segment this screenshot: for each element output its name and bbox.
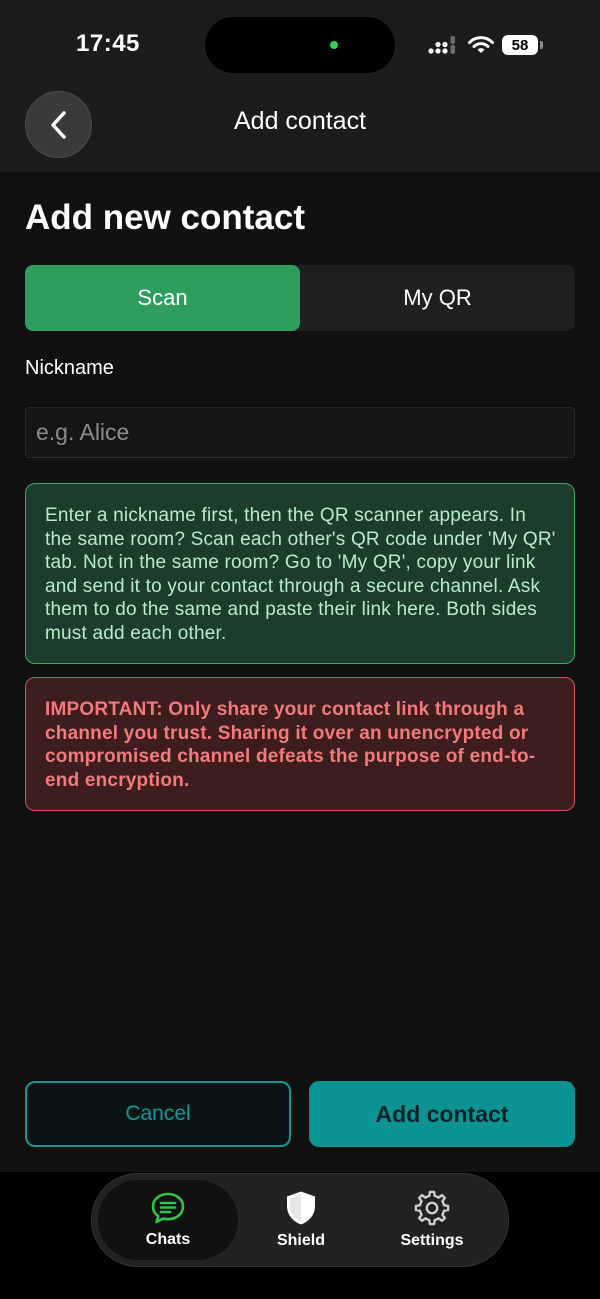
info-text: Enter a nickname first, then the QR scan… [45, 505, 556, 644]
tab-shield-label: Shield [276, 1232, 325, 1249]
page-title: Add new contact [25, 198, 306, 237]
tab-settings[interactable]: Settings [362, 1180, 502, 1260]
wifi-icon [468, 36, 494, 53]
nav-title: Add contact [233, 107, 367, 135]
cellular-signal-icon [428, 36, 455, 54]
battery-indicator: 58 [502, 35, 543, 55]
nickname-label: Nickname [25, 357, 114, 379]
nickname-input[interactable] [25, 407, 575, 458]
warning-box: IMPORTANT: Only share your contact link … [25, 677, 575, 811]
tab-settings-label: Settings [400, 1232, 464, 1249]
tab-bar: Chats Shield Settings [91, 1173, 509, 1267]
cancel-button[interactable]: Cancel [25, 1081, 291, 1147]
tab-shield[interactable]: Shield [231, 1180, 371, 1260]
tab-chats-label: Chats [145, 1231, 191, 1248]
battery-cap [540, 41, 543, 49]
tab-scan[interactable]: Scan [25, 265, 300, 331]
chat-bubble-icon [151, 1192, 185, 1224]
shield-icon [287, 1191, 315, 1225]
tab-chats[interactable]: Chats [98, 1180, 238, 1260]
mode-segmented-control: Scan My QR [25, 265, 575, 331]
camera-indicator-dot [330, 41, 338, 49]
warning-text: IMPORTANT: Only share your contact link … [45, 699, 536, 791]
gear-icon [414, 1190, 450, 1226]
tab-my-qr[interactable]: My QR [300, 265, 575, 331]
dynamic-island [205, 17, 395, 73]
add-contact-button[interactable]: Add contact [309, 1081, 575, 1147]
info-box: Enter a nickname first, then the QR scan… [25, 483, 575, 664]
status-time: 17:45 [76, 30, 140, 57]
battery-level: 58 [511, 36, 529, 54]
status-icons: 58 [428, 32, 543, 58]
